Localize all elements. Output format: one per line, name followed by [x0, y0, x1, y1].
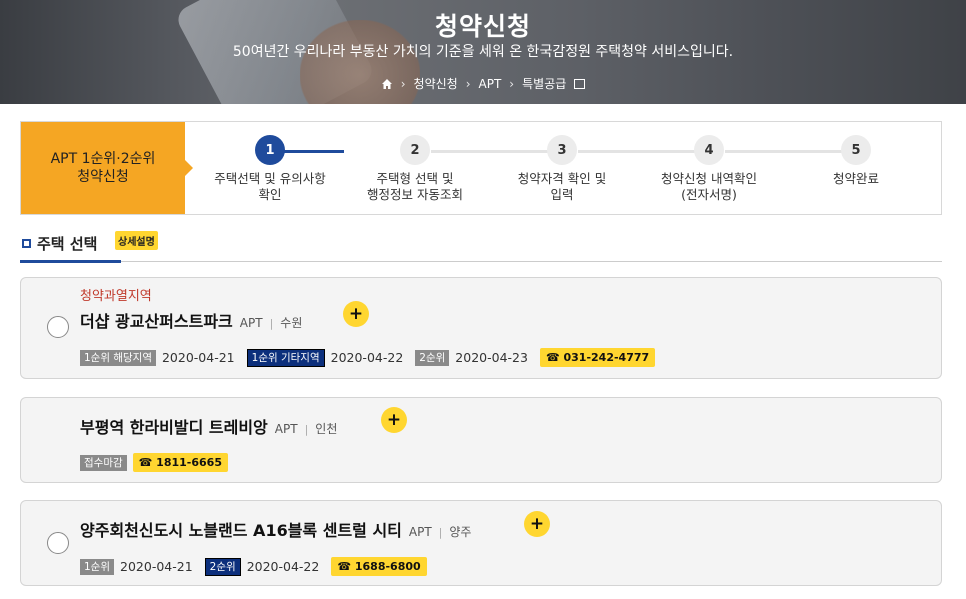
- schedule-date: 2020-04-23: [455, 350, 528, 365]
- housing-card[interactable]: 부평역 한라비발디 트레비앙 APT | 인천 + 접수마감 ☎ 1811-66…: [20, 397, 942, 483]
- step-label: 청약자격 확인 및 입력: [517, 171, 607, 202]
- phone-number[interactable]: ☎ 031-242-4777: [539, 348, 656, 367]
- home-icon[interactable]: [381, 78, 393, 90]
- step-number: 2: [400, 135, 430, 165]
- section-bullet-icon: [22, 239, 31, 248]
- step-category-line1: APT 1순위·2순위: [50, 151, 156, 167]
- housing-location: 수원: [280, 316, 303, 330]
- breadcrumb-item-apply[interactable]: 청약신청: [414, 75, 458, 92]
- divider: |: [438, 526, 443, 539]
- step-number: 5: [841, 135, 871, 165]
- schedule-date: 2020-04-22: [246, 559, 320, 574]
- housing-type: APT: [408, 525, 432, 539]
- step-4: 4 청약신청 내역확인 (전자서명): [639, 135, 779, 203]
- schedule-badge: 1순위 해당지역: [80, 349, 156, 366]
- step-number: 4: [694, 135, 724, 165]
- section-underline: [20, 260, 121, 263]
- housing-location: 인천: [315, 422, 338, 436]
- housing-card[interactable]: 양주회천신도시 노블랜드 A16블록 센트럴 시티 APT | 양주 + 1순위…: [20, 500, 942, 586]
- status-row: 접수마감 ☎ 1811-6665: [80, 453, 228, 472]
- housing-name: 더샵 광교산퍼스트파크: [80, 312, 233, 331]
- step-category-label: APT 1순위·2순위 청약신청: [21, 122, 193, 214]
- schedule-date: 2020-04-21: [161, 350, 235, 365]
- housing-card[interactable]: 청약과열지역 더샵 광교산퍼스트파크 APT | 수원 + 1순위 해당지역 2…: [20, 277, 942, 379]
- plus-icon[interactable]: +: [343, 301, 369, 327]
- hero-banner: 청약신청 50여년간 우리나라 부동산 가치의 기준을 세워 온 한국감정원 주…: [0, 0, 966, 104]
- plus-icon[interactable]: +: [524, 511, 550, 537]
- divider: |: [304, 423, 309, 436]
- step-progress: APT 1순위·2순위 청약신청 1 주택선택 및 유의사항 확인 2 주택형 …: [20, 121, 942, 215]
- schedule-badge: 2순위: [415, 349, 450, 366]
- schedule-badge: 2순위: [204, 557, 241, 576]
- step-1: 1 주택선택 및 유의사항 확인: [200, 135, 340, 203]
- schedule-row: 1순위 2020-04-21 2순위 2020-04-22 ☎ 1688-680…: [80, 557, 427, 576]
- section-title: 주택 선택: [37, 235, 98, 253]
- schedule-badge: 1순위 기타지역: [246, 348, 325, 367]
- housing-name: 양주회천신도시 노블랜드 A16블록 센트럴 시티: [80, 521, 402, 540]
- schedule-date: 2020-04-22: [330, 350, 404, 365]
- step-label: 주택형 선택 및 행정정보 자동조회: [367, 171, 463, 202]
- status-badge: 접수마감: [80, 454, 127, 471]
- breadcrumb-item-apt[interactable]: APT: [479, 77, 502, 91]
- housing-type: APT: [239, 316, 263, 330]
- housing-location: 양주: [449, 525, 472, 539]
- housing-type: APT: [274, 422, 298, 436]
- detail-button[interactable]: 상세설명: [115, 231, 158, 250]
- housing-select-radio[interactable]: [47, 316, 69, 338]
- schedule-row: 1순위 해당지역 2020-04-21 1순위 기타지역 2020-04-22 …: [80, 348, 656, 367]
- chevron-right-icon: ›: [509, 76, 515, 91]
- step-category-line2: 청약신청: [77, 169, 129, 185]
- step-number: 3: [547, 135, 577, 165]
- step-label: 주택선택 및 유의사항 확인: [214, 171, 326, 202]
- dropdown-icon[interactable]: [574, 78, 586, 89]
- step-label: 청약완료: [832, 171, 879, 186]
- housing-title-row: 부평역 한라비발디 트레비앙 APT | 인천: [80, 414, 337, 438]
- breadcrumb-item-special[interactable]: 특별공급: [522, 75, 566, 92]
- step-2: 2 주택형 선택 및 행정정보 자동조회: [345, 135, 485, 203]
- plus-icon[interactable]: +: [381, 407, 407, 433]
- schedule-badge: 1순위: [80, 558, 115, 575]
- step-label: 청약신청 내역확인 (전자서명): [661, 171, 757, 202]
- chevron-right-icon: ›: [465, 76, 471, 91]
- housing-name: 부평역 한라비발디 트레비앙: [80, 418, 268, 437]
- phone-number[interactable]: ☎ 1811-6665: [132, 453, 228, 472]
- housing-select-radio[interactable]: [47, 532, 69, 554]
- section-header: 주택 선택 상세설명: [20, 228, 942, 263]
- page-subtitle: 50여년간 우리나라 부동산 가치의 기준을 세워 온 한국감정원 주택청약 서…: [232, 44, 734, 60]
- breadcrumb: › 청약신청 › APT › 특별공급: [0, 75, 966, 92]
- housing-title-row: 더샵 광교산퍼스트파크 APT | 수원: [80, 308, 302, 332]
- step-3: 3 청약자격 확인 및 입력: [492, 135, 632, 203]
- overheated-region-tag: 청약과열지역: [80, 289, 152, 304]
- phone-number[interactable]: ☎ 1688-6800: [331, 557, 427, 576]
- housing-title-row: 양주회천신도시 노블랜드 A16블록 센트럴 시티 APT | 양주: [80, 517, 471, 541]
- step-5: 5 청약완료: [786, 135, 926, 187]
- chevron-right-icon: ›: [400, 76, 406, 91]
- schedule-date: 2020-04-21: [120, 559, 193, 574]
- page-title: 청약신청: [434, 12, 531, 41]
- step-number: 1: [255, 135, 285, 165]
- divider: |: [269, 317, 274, 330]
